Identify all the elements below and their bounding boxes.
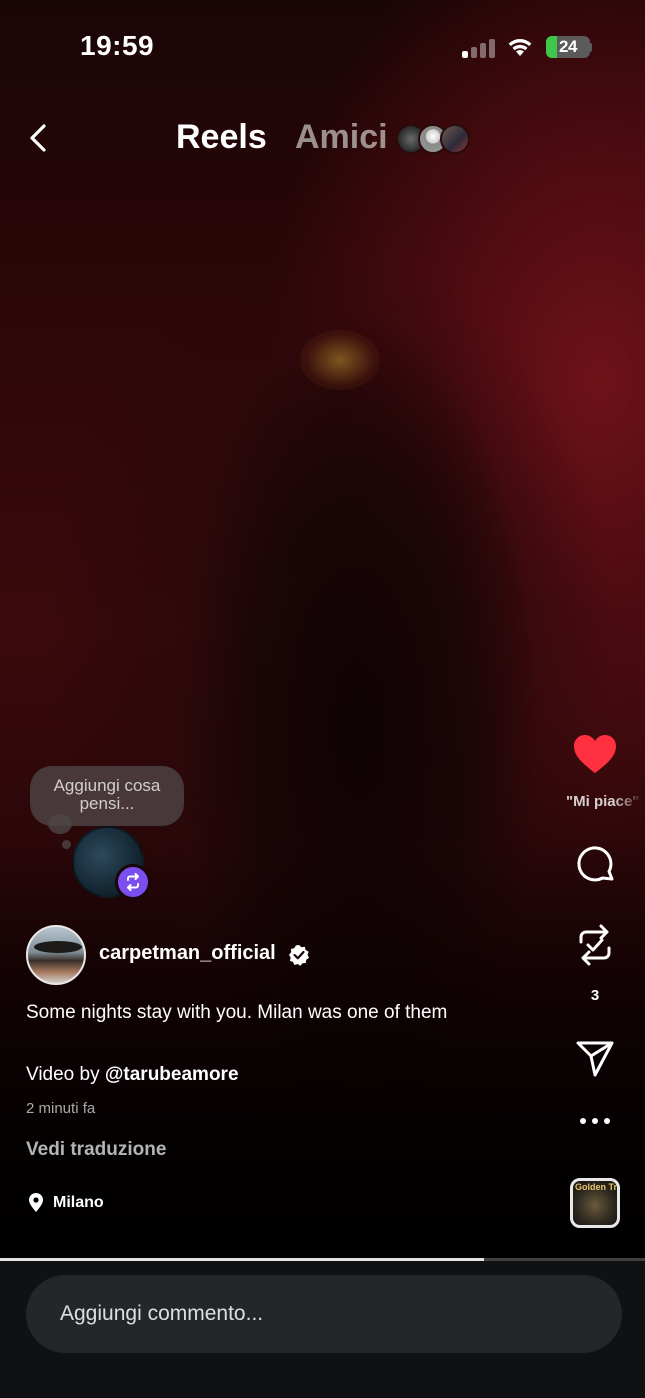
battery-percent: 24 xyxy=(559,37,577,56)
audio-cover-thumbnail[interactable]: Golden Trail xyxy=(570,1178,620,1228)
like-label: "Mi piace" xyxy=(566,793,640,810)
post-timestamp: 2 minuti fa xyxy=(26,1100,96,1117)
battery-tip xyxy=(589,43,592,52)
repost-icon[interactable] xyxy=(575,922,615,968)
repost-count: 3 xyxy=(590,987,600,1004)
audio-cover-text: Golden Trail xyxy=(575,1182,618,1192)
thought-bubble-tail xyxy=(62,840,71,849)
video-highlight xyxy=(300,330,380,390)
video-credit-handle[interactable]: @tarubeamore xyxy=(105,1064,239,1085)
see-translation-link[interactable]: Vedi traduzione xyxy=(26,1139,166,1161)
post-location[interactable]: Milano xyxy=(53,1194,104,1212)
thought-bubble-tail xyxy=(48,814,72,834)
tab-friends[interactable]: Amici xyxy=(295,118,388,157)
comment-input[interactable] xyxy=(26,1275,622,1353)
location-pin-icon xyxy=(29,1193,43,1212)
author-avatar[interactable] xyxy=(26,925,86,985)
more-horizontal-icon[interactable] xyxy=(578,1116,612,1126)
send-icon[interactable] xyxy=(575,1040,615,1078)
post-caption: Some nights stay with you. Milan was one… xyxy=(26,1002,448,1023)
battery-indicator: 24 xyxy=(546,36,590,58)
friends-avatar-stack[interactable] xyxy=(396,124,476,154)
repost-badge-icon xyxy=(115,864,151,900)
cellular-signal-icon xyxy=(462,38,496,58)
comment-icon[interactable] xyxy=(575,844,617,886)
verified-badge-icon xyxy=(289,945,309,966)
friend-avatar xyxy=(440,124,470,154)
video-credit-prefix: Video by xyxy=(26,1064,100,1085)
wifi-icon xyxy=(508,39,532,56)
heart-filled-icon[interactable] xyxy=(572,733,618,775)
author-username[interactable]: carpetman_official xyxy=(99,942,276,965)
status-time: 19:59 xyxy=(80,30,155,61)
tab-reels[interactable]: Reels xyxy=(176,118,267,157)
video-credit: Video by @tarubeamore xyxy=(26,1064,239,1086)
back-button[interactable] xyxy=(24,120,56,156)
